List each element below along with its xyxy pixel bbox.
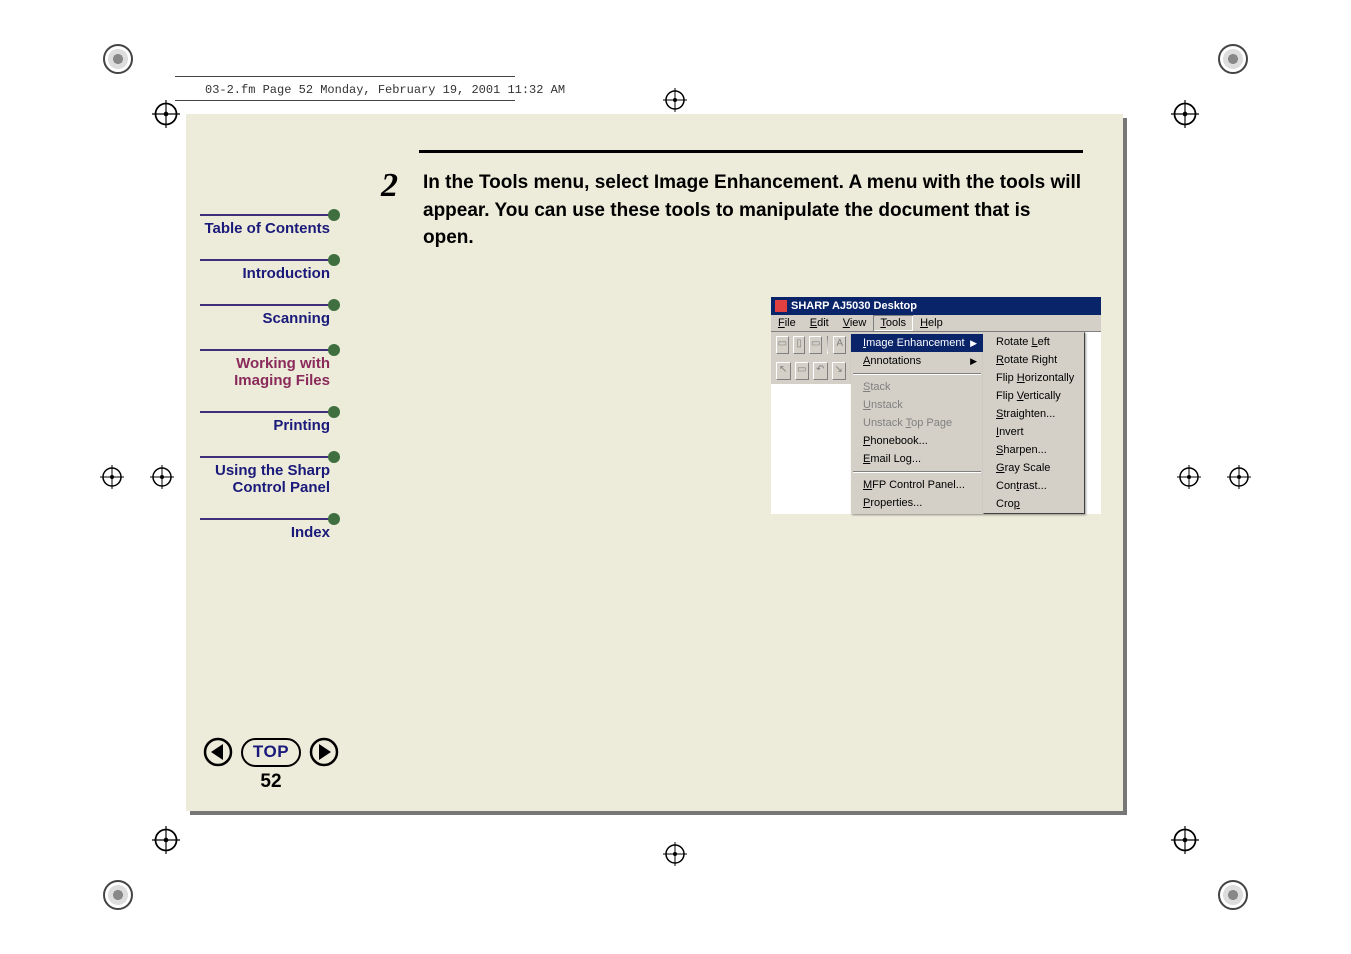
submenu-item[interactable]: Invert [984,423,1084,441]
image-enhancement-submenu: Rotate LeftRotate RightFlip Horizontally… [983,332,1085,514]
document-page: Table of Contents Introduction Scanning … [186,114,1123,811]
crop-target-icon [1171,100,1199,128]
next-page-button[interactable] [309,737,339,767]
instruction-step: 2 In the Tools menu, select Image Enhanc… [381,169,1083,252]
toolbar-icon[interactable]: ▭ [809,336,822,354]
sidebar-item-label: Table of Contents [200,220,330,237]
embedded-screenshot: SHARP AJ5030 Desktop FileEditViewToolsHe… [771,297,1101,514]
toolbar-icon[interactable]: ↘ [832,362,847,380]
crop-target-icon [1227,465,1251,489]
sidebar-nav: Table of Contents Introduction Scanning … [186,114,356,811]
sidebar-item-label: Printing [200,417,330,434]
crop-target-icon [1171,826,1199,854]
submenu-item[interactable]: Contrast... [984,477,1084,495]
registration-mark [103,44,133,74]
sidebar-item-label: Working with Imaging Files [200,355,330,389]
page-slug: 03-2.fm Page 52 Monday, February 19, 200… [205,83,565,97]
page: 03-2.fm Page 52 Monday, February 19, 200… [0,0,1351,954]
window-titlebar: SHARP AJ5030 Desktop [771,297,1101,315]
step-number: 2 [381,169,423,203]
submenu-item[interactable]: Rotate Left [984,333,1084,351]
toolbar-icon[interactable]: ↶ [813,362,828,380]
menu-item[interactable]: Image Enhancement▶ [851,334,983,352]
slug-rule [175,100,515,101]
menu-view[interactable]: View [836,315,874,331]
tools-dropdown-menu: Image Enhancement▶Annotations▶StackUnsta… [851,332,983,514]
menu-edit[interactable]: Edit [803,315,836,331]
toolbar-icon[interactable]: ▯ [793,336,806,354]
sidebar-item-introduction[interactable]: Introduction [200,259,356,282]
menu-item: Stack [851,378,983,396]
submenu-item[interactable]: Sharpen... [984,441,1084,459]
toolbar-icon[interactable]: ▭ [776,336,789,354]
crop-target-icon [152,100,180,128]
crop-target-icon [1177,465,1201,489]
toolbar-icon[interactable]: ↖ [776,362,791,380]
toolbar-icon[interactable]: ▭ [795,362,810,380]
sidebar-item-label: Index [200,524,330,541]
menu-item[interactable]: Phonebook... [851,432,983,450]
menu-help[interactable]: Help [913,315,950,331]
toolbar-sidebar: ▭ ▯ ▭ A ↖ ▭ ↶ ↘ [771,332,851,384]
sidebar-item-index[interactable]: Index [200,518,356,541]
crop-target-icon [663,842,687,866]
submenu-item[interactable]: Rotate Right [984,351,1084,369]
sidebar-item-using-sharp-control-panel[interactable]: Using the Sharp Control Panel [200,456,356,496]
menu-item[interactable]: Email Log... [851,450,983,468]
menubar: FileEditViewToolsHelp [771,315,1101,332]
app-icon [775,300,787,312]
registration-mark [1218,44,1248,74]
prev-page-button[interactable] [203,737,233,767]
crop-target-icon [152,826,180,854]
sidebar-item-scanning[interactable]: Scanning [200,304,356,327]
page-content: 2 In the Tools menu, select Image Enhanc… [381,150,1083,252]
submenu-item[interactable]: Flip Vertically [984,387,1084,405]
sidebar-item-working-with-imaging-files[interactable]: Working with Imaging Files [200,349,356,389]
submenu-item[interactable]: Gray Scale [984,459,1084,477]
registration-mark [103,880,133,910]
menu-item[interactable]: Annotations▶ [851,352,983,370]
sidebar-item-label: Scanning [200,310,330,327]
step-text: In the Tools menu, select Image Enhancem… [423,169,1083,252]
menu-item: Unstack [851,396,983,414]
menu-item[interactable]: Properties... [851,494,983,512]
page-number: 52 [186,771,356,793]
crop-target-icon [100,465,124,489]
pager: TOP 52 [186,737,356,793]
menu-tools[interactable]: Tools [873,315,913,331]
sidebar-item-label: Using the Sharp Control Panel [200,462,330,496]
heading-rule [419,150,1083,153]
menu-file[interactable]: File [771,315,803,331]
registration-mark [1218,880,1248,910]
sidebar-item-label: Introduction [200,265,330,282]
sidebar-item-printing[interactable]: Printing [200,411,356,434]
menu-item[interactable]: MFP Control Panel... [851,476,983,494]
crop-target-icon [150,465,174,489]
crop-target-icon [663,88,687,112]
menu-item: Unstack Top Page [851,414,983,432]
sidebar-item-toc[interactable]: Table of Contents [200,214,356,237]
top-button[interactable]: TOP [241,738,301,767]
slug-rule [175,76,515,77]
toolbar-icon[interactable]: A [833,336,846,354]
submenu-item[interactable]: Flip Horizontally [984,369,1084,387]
window-title: SHARP AJ5030 Desktop [791,300,917,312]
submenu-item[interactable]: Straighten... [984,405,1084,423]
submenu-item[interactable]: Crop [984,495,1084,513]
